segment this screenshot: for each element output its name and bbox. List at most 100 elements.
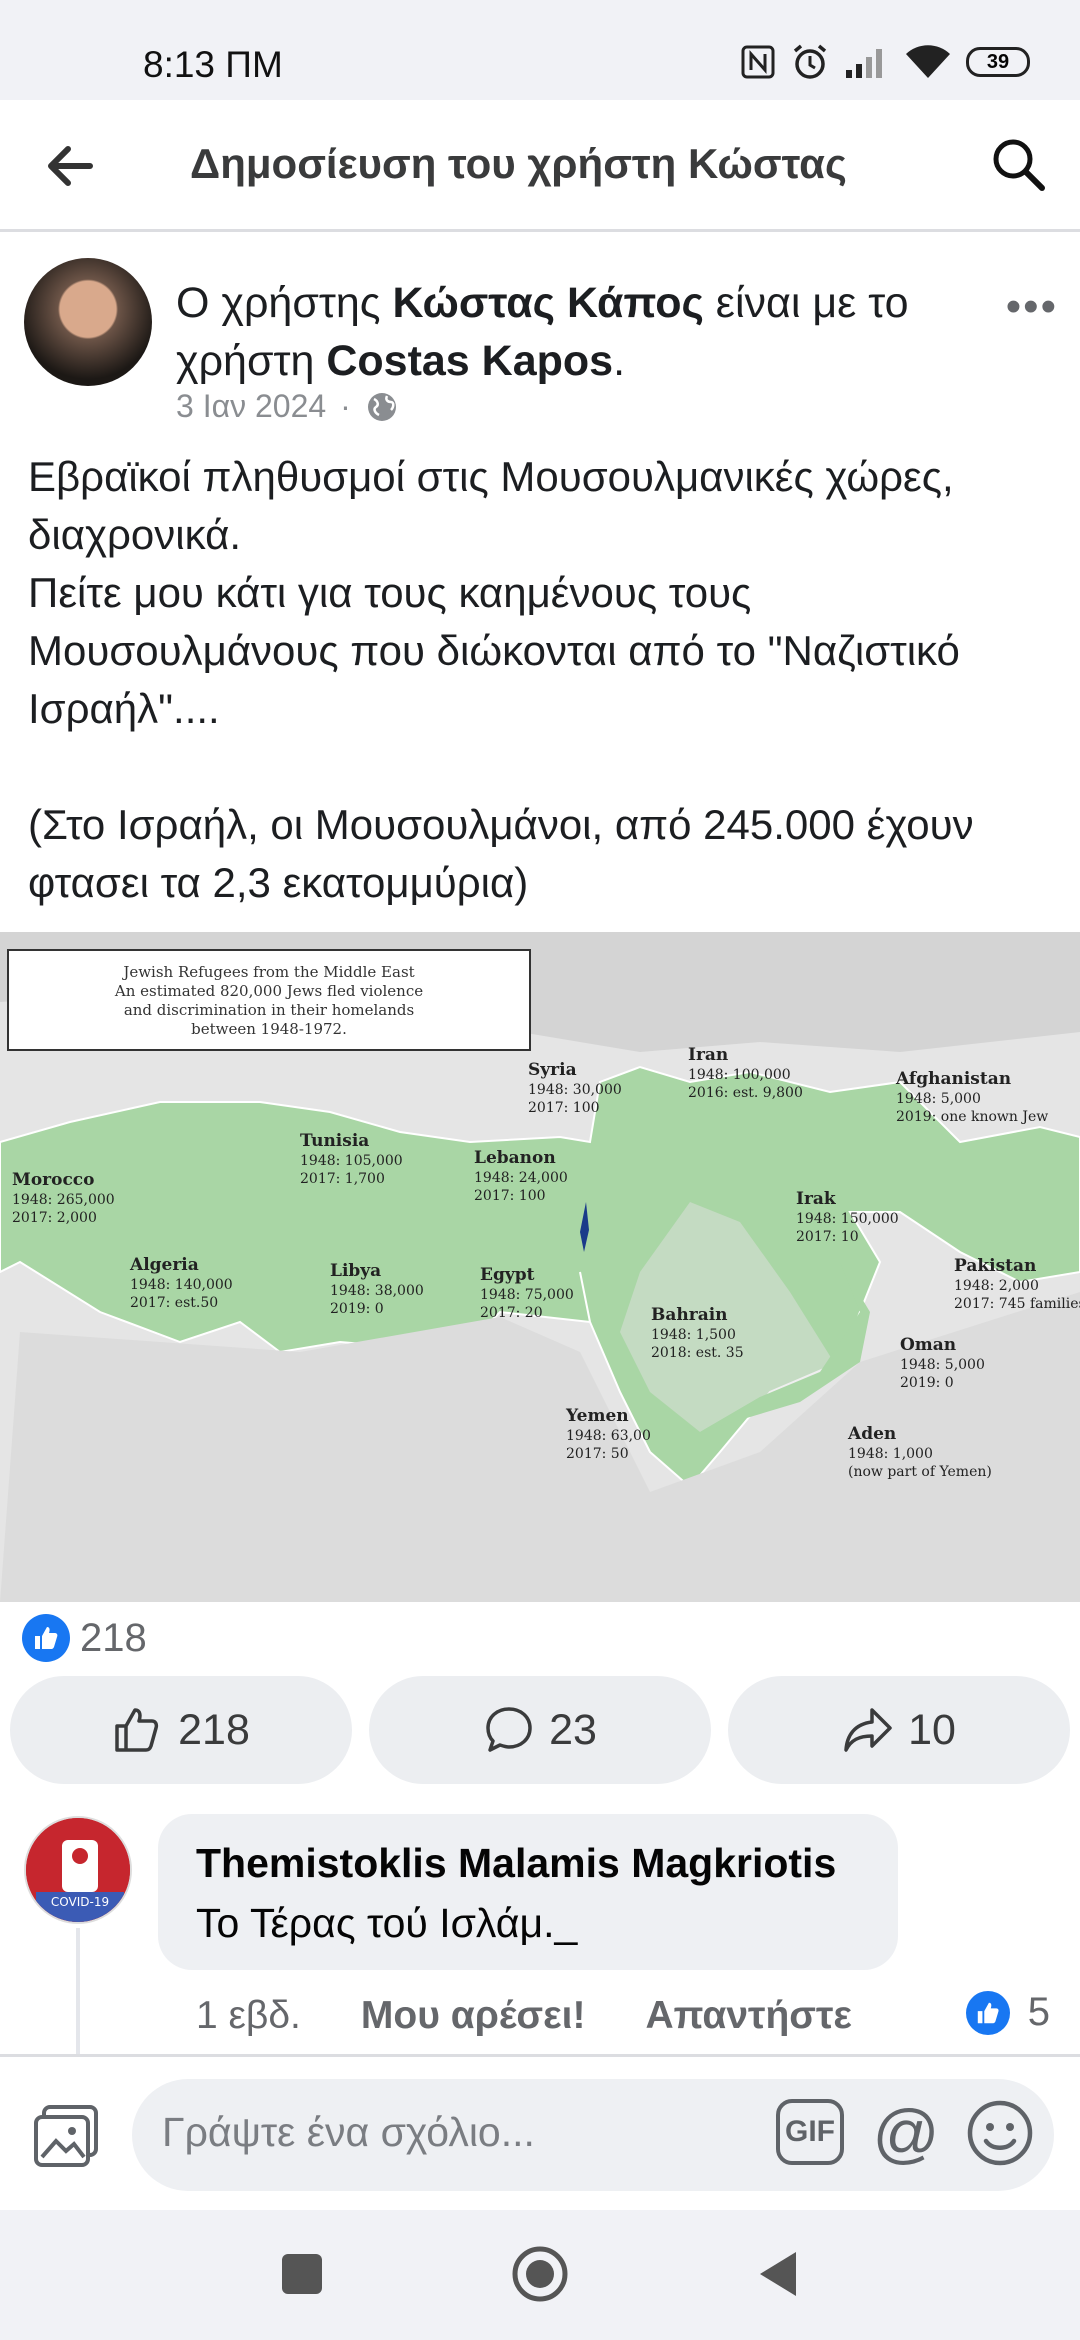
svg-text:2017: 20: 2017: 20	[480, 1305, 543, 1321]
svg-text:2017: est.50: 2017: est.50	[130, 1295, 218, 1311]
author-name[interactable]: Κώστας Κάπος	[392, 279, 703, 327]
reaction-count: 218	[80, 1615, 147, 1660]
status-bar: 8:13 ΠΜ 39	[0, 0, 1080, 100]
comment-composer: Γράψτε ένα σχόλιο... GIF @	[0, 2054, 1080, 2210]
share-count: 10	[908, 1705, 956, 1754]
comment-reply-link[interactable]: Απαντήστε	[645, 1994, 851, 2038]
map-caption-3: and discrimination in their homelands	[124, 1001, 414, 1019]
svg-text:(now part of Yemen): (now part of Yemen)	[848, 1464, 992, 1480]
comment-text: Το Τέρας τού Ισλάμ._	[196, 1900, 578, 1946]
author-suffix: .	[613, 337, 626, 385]
photo-icon[interactable]	[32, 2101, 102, 2171]
comment-likes-number: 5	[1027, 1990, 1050, 2034]
svg-text:Algeria: Algeria	[129, 1255, 199, 1275]
svg-text:1948: 265,000: 1948: 265,000	[12, 1192, 115, 1208]
svg-text:1948: 105,000: 1948: 105,000	[300, 1153, 403, 1169]
recents-icon[interactable]	[280, 2252, 324, 2296]
svg-text:2017: 10: 2017: 10	[796, 1229, 859, 1245]
svg-text:1948: 1,000: 1948: 1,000	[848, 1446, 933, 1462]
svg-text:1948: 75,000: 1948: 75,000	[480, 1287, 574, 1303]
svg-text:2017: 100: 2017: 100	[474, 1188, 546, 1204]
comment-button[interactable]: 23	[369, 1676, 711, 1784]
mention-button[interactable]: @	[868, 2095, 944, 2171]
svg-text:Aden: Aden	[847, 1424, 896, 1444]
search-icon[interactable]	[986, 132, 1050, 196]
map-caption-2: An estimated 820,000 Jews fled violence	[114, 982, 423, 1000]
tagged-name[interactable]: Costas Kapos	[326, 337, 613, 385]
svg-text:Pakistan: Pakistan	[954, 1256, 1036, 1276]
svg-text:1948: 5,000: 1948: 5,000	[900, 1357, 985, 1373]
svg-text:2019: one known Jew: 2019: one known Jew	[896, 1109, 1048, 1125]
like-button[interactable]: 218	[10, 1676, 352, 1784]
post-date[interactable]: 3 Ιαν 2024	[176, 388, 326, 425]
share-button[interactable]: 10	[728, 1676, 1070, 1784]
post-body-text: Εβραϊκοί πληθυσμοί στις Μουσουλμανικές χ…	[28, 453, 974, 906]
signal-icon	[846, 49, 882, 78]
comment-meta: 1 εβδ. Μου αρέσει! Απαντήστε	[196, 1994, 912, 2038]
comment-like-icon	[965, 1990, 1010, 2035]
svg-text:2018: est. 35: 2018: est. 35	[651, 1345, 744, 1361]
meta-dot: ·	[340, 388, 351, 424]
battery-indicator: 39	[966, 47, 1030, 77]
emoji-icon[interactable]	[964, 2097, 1036, 2169]
svg-text:Afghanistan: Afghanistan	[895, 1069, 1011, 1089]
more-options-icon[interactable]: •••	[1006, 282, 1058, 332]
comment-count: 23	[549, 1705, 597, 1754]
comment-time: 1 εβδ.	[196, 1994, 301, 2037]
reaction-summary[interactable]: 218	[22, 1608, 147, 1668]
alarm-icon	[793, 44, 827, 79]
system-nav-bar	[0, 2210, 1080, 2340]
svg-text:2019: 0: 2019: 0	[900, 1375, 954, 1391]
comment-bubble-icon	[486, 1707, 532, 1752]
svg-text:2019: 0: 2019: 0	[330, 1301, 384, 1317]
map-caption-1: Jewish Refugees from the Middle East	[121, 963, 414, 981]
svg-text:Syria: Syria	[528, 1060, 577, 1080]
status-time: 8:13 ΠΜ	[143, 44, 283, 85]
svg-text:2017: 745 families: 2017: 745 families	[954, 1296, 1080, 1312]
svg-text:1948: 2,000: 1948: 2,000	[954, 1278, 1039, 1294]
svg-text:1948: 63,00: 1948: 63,00	[566, 1428, 651, 1444]
comment-placeholder: Γράψτε ένα σχόλιο...	[162, 2109, 535, 2155]
comment-like-count[interactable]: 5	[965, 1990, 1050, 2035]
thumbs-up-icon	[115, 1708, 159, 1752]
author-avatar[interactable]	[24, 258, 152, 386]
post-meta: 3 Ιαν 2024 ·	[176, 388, 399, 425]
author-prefix: Ο χρήστης	[176, 279, 393, 327]
status-icons: 39	[740, 42, 1030, 82]
commenter-avatar[interactable]: COVID-19	[24, 1816, 132, 1924]
comment-item: COVID-19 Themistoklis Malamis Magkriotis…	[0, 1810, 1080, 2060]
svg-text:1948: 1,500: 1948: 1,500	[651, 1327, 736, 1343]
map-graphic: Jewish Refugees from the Middle East An …	[0, 932, 1080, 1602]
post-author-line: Ο χρήστης Κώστας Κάπος είναι με το χρήστ…	[176, 274, 976, 390]
svg-text:Tunisia: Tunisia	[300, 1131, 369, 1151]
comment-bubble[interactable]: Themistoklis Malamis Magkriotis Το Τέρας…	[158, 1814, 898, 1970]
svg-text:2017: 1,700: 2017: 1,700	[300, 1171, 385, 1187]
post-header: Ο χρήστης Κώστας Κάπος είναι με το χρήστ…	[0, 232, 1080, 432]
svg-text:1948: 140,000: 1948: 140,000	[130, 1277, 233, 1293]
home-icon[interactable]	[510, 2244, 570, 2304]
comment-like-link[interactable]: Μου αρέσει!	[361, 1994, 586, 2038]
top-app-bar: Δημοσίευση του χρήστη Κώστας	[0, 100, 1080, 232]
svg-text:Lebanon: Lebanon	[474, 1148, 556, 1168]
back-arrow-icon[interactable]	[40, 136, 100, 196]
nfc-icon	[741, 45, 775, 79]
gif-button[interactable]: GIF	[776, 2099, 844, 2165]
share-arrow-icon	[844, 1708, 892, 1752]
author-mid: είναι με το	[703, 279, 909, 327]
page-title: Δημοσίευση του χρήστη Κώστας	[190, 140, 847, 187]
svg-text:2016: est. 9,800: 2016: est. 9,800	[688, 1085, 803, 1101]
wifi-icon	[906, 45, 950, 78]
svg-text:COVID-19: COVID-19	[51, 1895, 109, 1909]
author-line2-prefix: χρήστη	[176, 337, 327, 385]
like-count: 218	[178, 1705, 250, 1754]
back-nav-icon[interactable]	[754, 2248, 800, 2300]
svg-text:1948: 150,000: 1948: 150,000	[796, 1211, 899, 1227]
svg-text:Morocco: Morocco	[12, 1170, 95, 1190]
post-image-map[interactable]: Jewish Refugees from the Middle East An …	[0, 932, 1080, 1602]
svg-text:Yemen: Yemen	[565, 1406, 629, 1426]
thread-line	[76, 1928, 80, 2058]
svg-text:1948: 100,000: 1948: 100,000	[688, 1067, 791, 1083]
commenter-name[interactable]: Themistoklis Malamis Magkriotis	[196, 1840, 836, 1887]
like-reaction-icon	[22, 1614, 70, 1662]
svg-text:1948: 24,000: 1948: 24,000	[474, 1170, 568, 1186]
